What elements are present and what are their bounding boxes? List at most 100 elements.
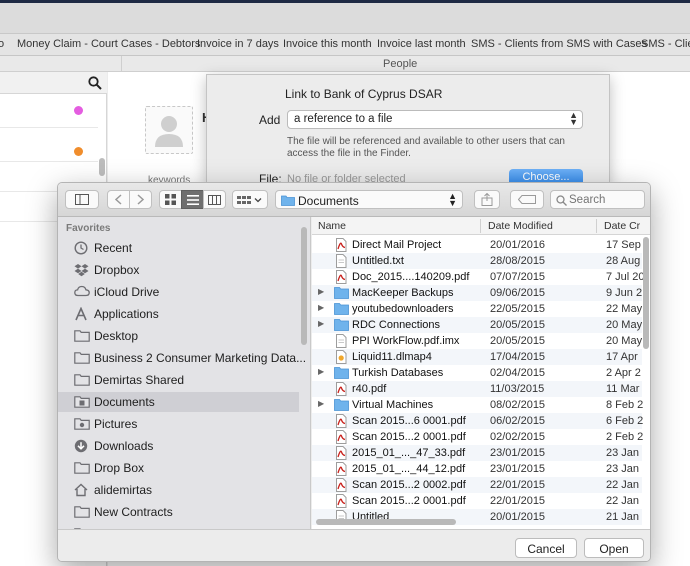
pink-dot	[74, 106, 83, 115]
add-hint-text: The file will be referenced and availabl…	[287, 136, 565, 159]
tab-item[interactable]: Invoice in 7 days	[197, 38, 279, 50]
list-item[interactable]	[0, 94, 98, 128]
sidebar-item-dropbox[interactable]: Dropbox	[58, 260, 299, 280]
file-name: Doc_2015....140209.pdf	[352, 271, 470, 283]
file-name: RDC Connections	[352, 319, 441, 331]
file-row[interactable]: Doc_2015....140209.pdf 07/07/2015 7 Jul 20	[312, 269, 645, 285]
sidebar-item-icloud-drive[interactable]: iCloud Drive	[58, 282, 299, 302]
tab-item[interactable]: Invoice this month	[283, 38, 372, 50]
column-date-created[interactable]: Date Cr	[604, 220, 640, 232]
file-date-created: 23 Jan	[606, 447, 640, 459]
list-scroll-thumb[interactable]	[99, 158, 105, 176]
location-popup[interactable]: Documents ▲ ▼	[275, 190, 463, 209]
sidebar-item-label: Desktop	[94, 329, 139, 343]
disclosure-triangle-icon[interactable]: ▶	[318, 399, 324, 408]
column-date-modified[interactable]: Date Modified	[488, 220, 553, 232]
file-date-modified: 22/01/2015	[490, 479, 546, 491]
sidebar-item-business-2-consumer-marketing-data[interactable]: Business 2 Consumer Marketing Data...	[58, 348, 306, 368]
share-button[interactable]	[474, 190, 500, 209]
file-row[interactable]: Scan 2015...6 0001.pdf 06/02/2015 6 Feb 2	[312, 413, 643, 429]
list-scrollbar[interactable]	[98, 94, 107, 194]
tab-item[interactable]: o	[0, 38, 4, 50]
file-date-created: 22 May	[606, 303, 643, 315]
file-date-created: 20 May	[606, 335, 643, 347]
pdf-file-icon	[334, 430, 348, 444]
file-row[interactable]: 2015_01_..._44_12.pdf 23/01/2015 23 Jan	[312, 461, 642, 477]
file-row[interactable]: ▶ youtubedownloaders 22/05/2015 22 May	[312, 301, 642, 317]
sidebar-item-label: Demirtas Shared	[94, 373, 185, 387]
cancel-button[interactable]: Cancel	[515, 538, 577, 558]
sidebar-item-new-contracts[interactable]: New Contracts	[58, 502, 299, 522]
sidebar-item-applications[interactable]: Applications	[58, 304, 299, 324]
tag-button[interactable]	[510, 190, 544, 209]
dialog-toolbar: Documents ▲ ▼	[58, 183, 650, 217]
record-list-header	[0, 72, 107, 94]
sidebar-item-downloads[interactable]: Downloads	[58, 436, 299, 456]
file-row[interactable]: Liquid11.dlmap4 17/04/2015 17 Apr	[312, 349, 642, 365]
search-input[interactable]	[569, 193, 641, 207]
file-row[interactable]: ▶ Turkish Databases 02/04/2015 2 Apr 2	[312, 365, 642, 381]
tab-item[interactable]: SMS - Clie	[641, 38, 690, 50]
search-icon[interactable]	[88, 76, 102, 90]
document-icon	[334, 254, 348, 268]
documents-folder-icon	[281, 195, 295, 206]
sidebar-item-drop-box[interactable]: Drop Box	[58, 458, 299, 478]
arrange-button[interactable]	[232, 190, 268, 209]
file-date-modified: 20/05/2015	[490, 335, 546, 347]
tab-item[interactable]: Invoice last month	[377, 38, 466, 50]
pdf-file-icon	[334, 382, 348, 396]
file-row[interactable]: Scan 2015...2 0002.pdf 22/01/2015 22 Jan	[312, 477, 642, 493]
file-row[interactable]: Scan 2015...2 0001.pdf 02/02/2015 2 Feb 2	[312, 429, 643, 445]
columns-icon	[208, 194, 221, 205]
link-sheet: Link to Bank of Cyprus DSAR Add a refere…	[206, 74, 610, 187]
file-date-modified: 22/05/2015	[490, 303, 546, 315]
tab-item[interactable]: Money Claim - Court Cases - Debtors	[17, 38, 200, 50]
file-name: Scan 2015...2 0001.pdf	[352, 495, 466, 507]
column-view-button[interactable]	[203, 190, 226, 209]
search-field[interactable]	[550, 190, 645, 209]
file-row[interactable]: ▶ Virtual Machines 08/02/2015 8 Feb 2	[312, 397, 643, 413]
sidebar-item-alidemirtas[interactable]: alidemirtas	[58, 480, 299, 500]
disclosure-triangle-icon[interactable]: ▶	[318, 287, 324, 296]
file-list-vertical-scrollbar[interactable]	[643, 237, 649, 349]
sidebar-item-documents[interactable]: Documents	[58, 392, 299, 412]
avatar[interactable]	[145, 106, 193, 154]
forward-button[interactable]	[129, 190, 152, 209]
file-row[interactable]: Untitled.txt 28/08/2015 28 Aug	[312, 253, 642, 269]
sidebar-item-demirtas-shared[interactable]: Demirtas Shared	[58, 370, 299, 390]
file-row[interactable]: PPI WorkFlow.pdf.imx 20/05/2015 20 May	[312, 333, 642, 349]
sidebar-item-recent[interactable]: Recent	[58, 238, 299, 258]
list-item[interactable]	[0, 128, 98, 162]
file-row[interactable]: ▶ MacKeeper Backups 09/06/2015 9 Jun 2	[312, 285, 642, 301]
file-row[interactable]: r40.pdf 11/03/2015 11 Mar	[312, 381, 642, 397]
sidebar-scrollbar[interactable]	[301, 227, 307, 345]
tab-item[interactable]: SMS - Clients from SMS with Cases	[471, 38, 647, 50]
column-divider[interactable]	[480, 219, 481, 233]
file-name: Liquid11.dlmap4	[352, 351, 432, 363]
open-button[interactable]: Open	[584, 538, 644, 558]
sidebar-item-pictures[interactable]: Pictures	[58, 414, 299, 434]
file-row[interactable]: Scan 2015...2 0001.pdf 22/01/2015 22 Jan	[312, 493, 642, 509]
file-name: Untitled.txt	[352, 255, 404, 267]
add-type-select[interactable]: a reference to a file ▲ ▼	[287, 110, 583, 129]
disclosure-triangle-icon[interactable]: ▶	[318, 367, 324, 376]
file-row[interactable]: 2015_01_..._47_33.pdf 23/01/2015 23 Jan	[312, 445, 642, 461]
file-date-modified: 20/01/2015	[490, 511, 546, 523]
file-name: Virtual Machines	[352, 399, 434, 411]
pdf-file-icon	[334, 494, 348, 508]
disclosure-triangle-icon[interactable]: ▶	[318, 303, 324, 312]
column-divider[interactable]	[596, 219, 597, 233]
list-icon	[186, 194, 199, 205]
file-row[interactable]: ▶ RDC Connections 20/05/2015 20 May	[312, 317, 642, 333]
sidebar-item-desktop[interactable]: Desktop	[58, 326, 299, 346]
disclosure-triangle-icon[interactable]: ▶	[318, 319, 324, 328]
column-name[interactable]: Name	[318, 220, 346, 232]
sidebar-toggle-button[interactable]	[65, 190, 99, 209]
file-row[interactable]: Direct Mail Project 20/01/2016 17 Sep	[312, 237, 642, 253]
icon-view-button[interactable]	[159, 190, 182, 209]
link-sheet-title: Link to Bank of Cyprus DSAR	[285, 87, 443, 101]
file-list-horizontal-scrollbar[interactable]	[316, 519, 456, 525]
list-view-button[interactable]	[181, 190, 204, 209]
back-button[interactable]	[107, 190, 130, 209]
file-date-created: 11 Mar	[606, 383, 640, 395]
